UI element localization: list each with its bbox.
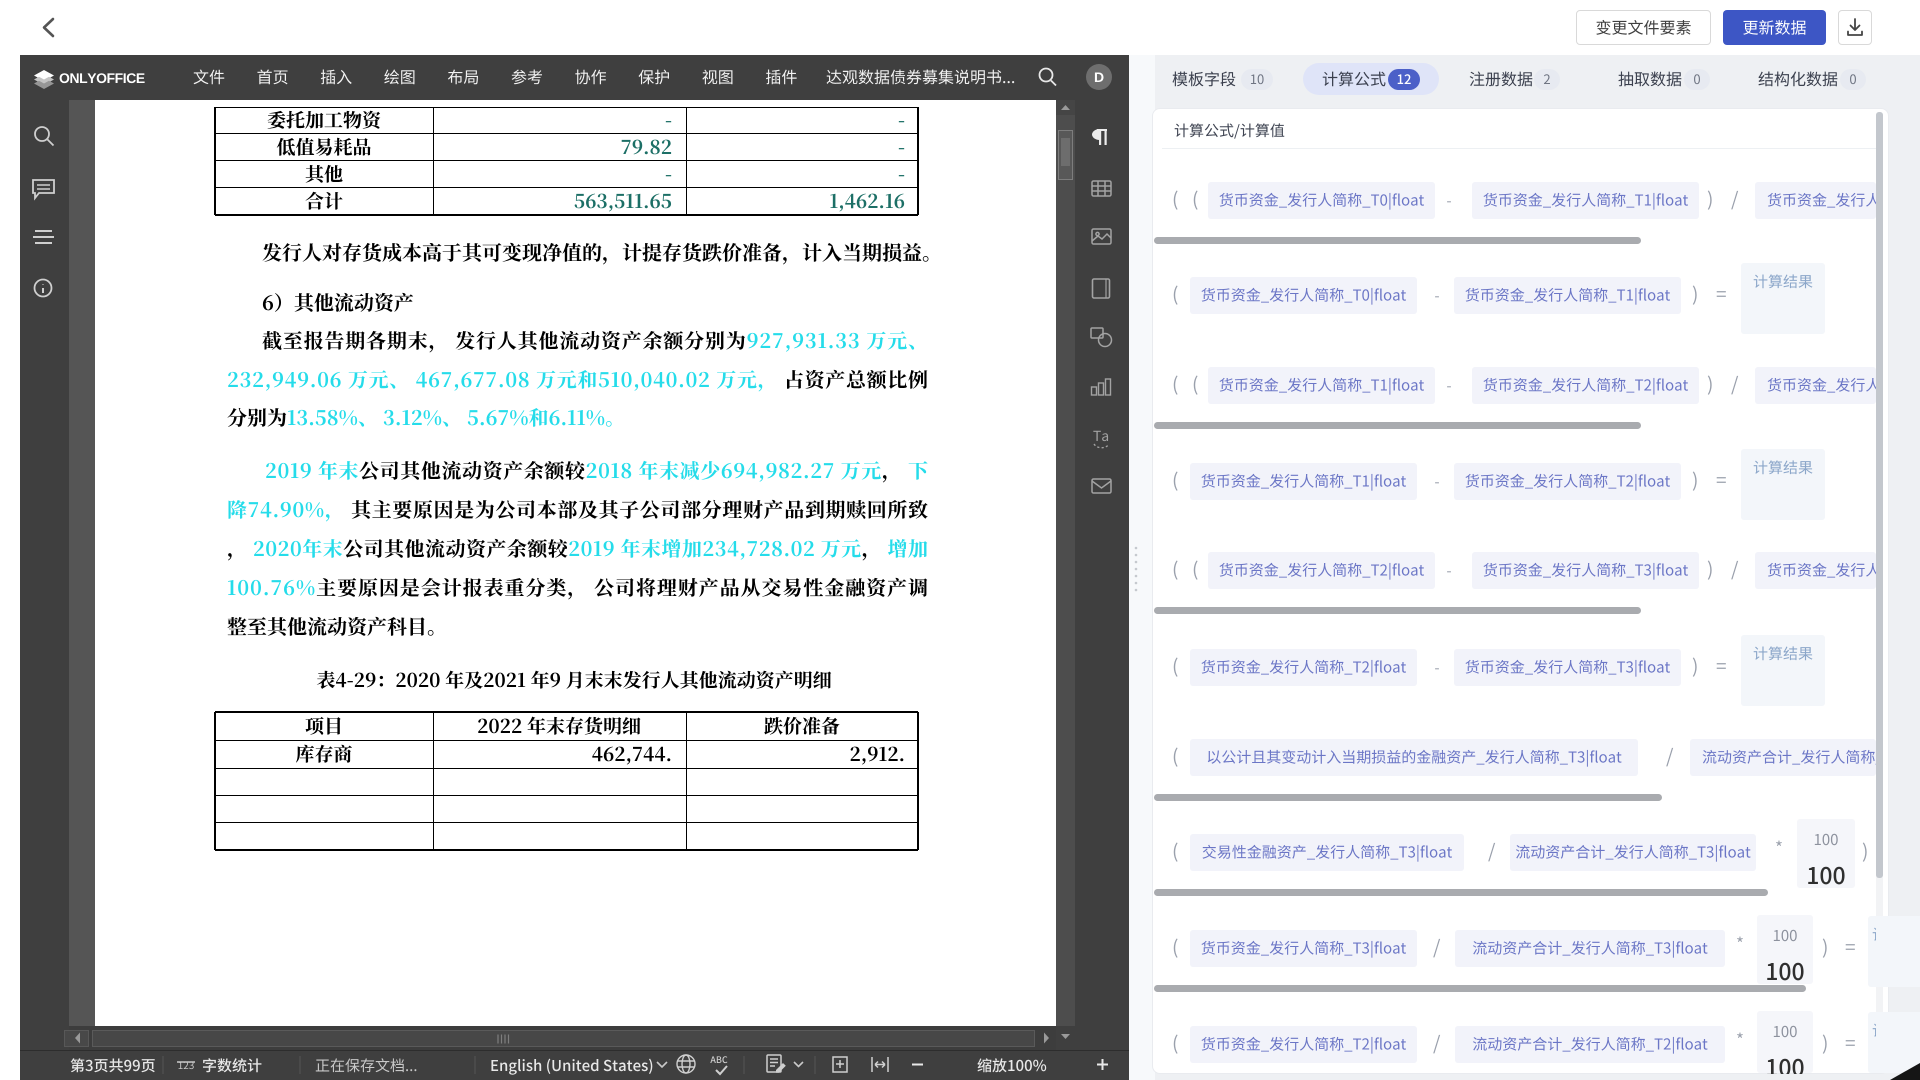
svg-text:D: D (1094, 69, 1104, 85)
